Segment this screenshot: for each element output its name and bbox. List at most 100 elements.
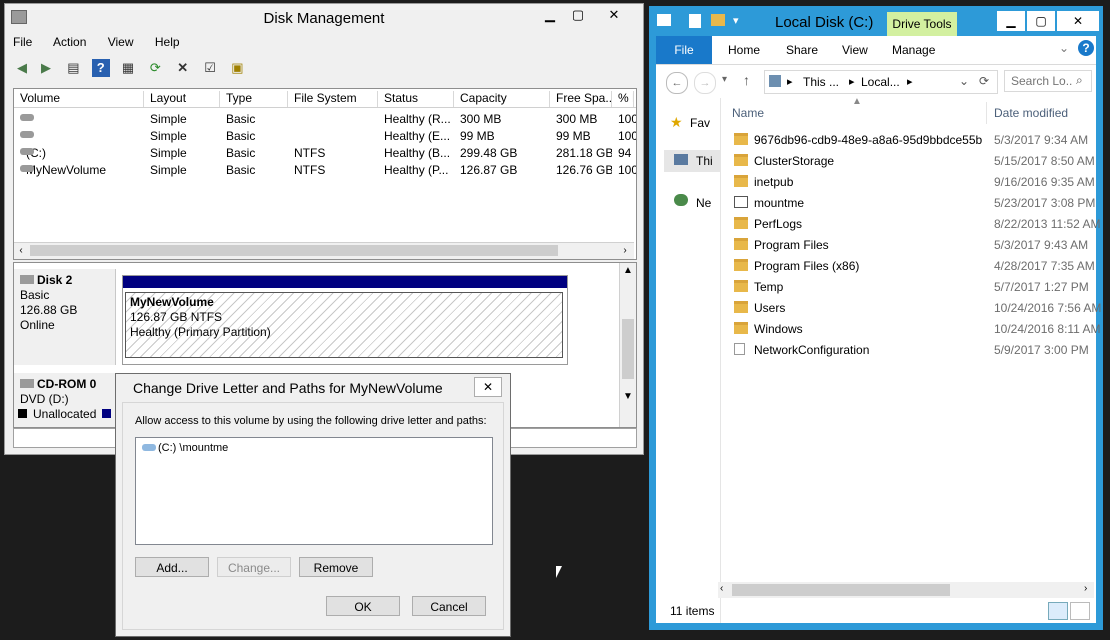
change-button[interactable]: Change... xyxy=(217,557,291,577)
add-button[interactable]: Add... xyxy=(135,557,209,577)
file-name: inetpub xyxy=(754,175,794,189)
scroll-down-icon[interactable]: ▼ xyxy=(621,391,635,402)
scroll-thumb[interactable] xyxy=(30,245,558,256)
forward-arrow-icon[interactable]: ▶ xyxy=(37,59,55,77)
scroll-up-icon[interactable]: ▲ xyxy=(621,265,635,276)
ribbon-tabs: File Home Share View Manage ⌄ ? xyxy=(656,36,1096,65)
list-item[interactable]: Temp 5/7/2017 1:27 PM xyxy=(734,277,1094,298)
back-arrow-icon[interactable]: ◀ xyxy=(13,59,31,77)
close-button[interactable]: ✕ xyxy=(1057,11,1099,31)
tab-file[interactable]: File xyxy=(656,36,712,64)
table-row[interactable]: Simple Basic Healthy (E... 99 MB 99 MB 100 xyxy=(14,127,636,144)
nav-favorites[interactable]: Fav xyxy=(690,116,710,130)
recent-locations-icon[interactable]: ▾ xyxy=(722,74,727,85)
horizontal-scrollbar[interactable]: ‹ › xyxy=(718,582,1094,598)
refresh-icon[interactable]: ⟳ xyxy=(979,74,989,88)
scroll-left-icon[interactable]: ‹ xyxy=(720,583,723,594)
tab-share[interactable]: Share xyxy=(786,43,818,57)
col-free-space[interactable]: Free Spa... xyxy=(550,91,612,107)
breadcrumb-local-disk[interactable]: Local... xyxy=(861,75,900,89)
list-item[interactable]: mountme 5/23/2017 3:08 PM xyxy=(734,193,1095,214)
close-button[interactable]: ✕ xyxy=(601,6,627,24)
menu-action[interactable]: Action xyxy=(53,35,86,49)
new-folder-icon[interactable] xyxy=(711,14,725,26)
col-capacity[interactable]: Capacity xyxy=(454,91,550,107)
details-view-icon[interactable] xyxy=(1048,602,1068,620)
refresh-icon[interactable]: ⟳ xyxy=(146,59,164,77)
back-button[interactable]: ← xyxy=(666,72,688,94)
menu-view[interactable]: View xyxy=(108,35,134,49)
maximize-button[interactable]: ▢ xyxy=(565,6,591,24)
disk2-name-row: Disk 2 xyxy=(20,273,109,288)
quick-access-dropdown-icon[interactable]: ▾ xyxy=(733,14,739,27)
nav-network[interactable]: Ne xyxy=(696,196,711,210)
properties-icon[interactable] xyxy=(689,14,701,28)
list-item[interactable]: inetpub 9/16/2016 9:35 AM xyxy=(734,172,1095,193)
check-properties-icon[interactable]: ☑ xyxy=(201,59,219,77)
help-icon[interactable]: ? xyxy=(1078,40,1094,56)
large-icons-view-icon[interactable] xyxy=(1070,602,1090,620)
tab-home[interactable]: Home xyxy=(728,43,760,57)
up-button[interactable]: ↑ xyxy=(743,72,750,88)
nav-this-pc[interactable]: Thi xyxy=(696,154,713,168)
col-volume[interactable]: Volume xyxy=(14,91,144,107)
col-layout[interactable]: Layout xyxy=(144,91,220,107)
table-row[interactable]: (C:) Simple Basic NTFS Healthy (B... 299.48 G… xyxy=(14,144,636,161)
format-icon[interactable]: ▣ xyxy=(228,59,246,77)
forward-button[interactable]: → xyxy=(694,72,716,94)
disk-view-scrollbar[interactable]: ▲ ▼ xyxy=(619,263,636,427)
scroll-left-icon[interactable]: ‹ xyxy=(14,245,28,257)
file-date: 5/7/2017 1:27 PM xyxy=(994,280,1089,294)
list-item[interactable]: NetworkConfiguration 5/9/2017 3:00 PM xyxy=(734,340,1094,361)
help-icon[interactable]: ? xyxy=(91,59,110,77)
scroll-thumb[interactable] xyxy=(622,319,634,379)
list-item[interactable]: Program Files 5/3/2017 9:43 AM xyxy=(734,235,1094,256)
tab-view[interactable]: View xyxy=(842,43,868,57)
scroll-right-icon[interactable]: › xyxy=(1084,583,1087,594)
col-date-label: Date modified xyxy=(994,106,1069,120)
col-file-system[interactable]: File System xyxy=(288,91,378,107)
col-status[interactable]: Status xyxy=(378,91,454,107)
list-item[interactable]: ClusterStorage 5/15/2017 8:50 AM xyxy=(734,151,1095,172)
toolbar: ◀ ▶ ▤ ? ▦ ⟳ ✕ ☑ ▣ xyxy=(13,59,252,83)
col-date-modified[interactable]: Date modified xyxy=(988,102,1096,124)
col-percent-free[interactable]: % F xyxy=(612,91,634,107)
dialog-close-button[interactable]: ✕ xyxy=(474,377,502,397)
table-row[interactable]: Simple Basic Healthy (R... 300 MB 300 MB 100 xyxy=(14,110,636,127)
path-item[interactable]: (C:) \mountme xyxy=(142,442,228,454)
file-date: 5/9/2017 3:00 PM xyxy=(994,343,1089,357)
remove-button[interactable]: Remove xyxy=(299,557,373,577)
menu-file[interactable]: File xyxy=(13,35,32,49)
minimize-button[interactable]: ▁ xyxy=(537,6,563,24)
ok-button[interactable]: OK xyxy=(326,596,400,616)
address-bar[interactable]: ▸ This ... ▸ Local... ▸ ⌄ ⟳ xyxy=(764,70,998,94)
address-dropdown-icon[interactable]: ⌄ xyxy=(959,74,969,88)
maximize-button[interactable]: ▢ xyxy=(1027,11,1055,31)
menu-help[interactable]: Help xyxy=(155,35,180,49)
table-row[interactable]: MyNewVolume Simple Basic NTFS Healthy (P... 1… xyxy=(14,161,636,178)
disk2-info[interactable]: Disk 2 Basic 126.88 GB Online xyxy=(14,269,116,365)
volume-cell xyxy=(14,129,144,143)
list-item[interactable]: Windows 10/24/2016 8:11 AM xyxy=(734,319,1101,340)
paths-listbox[interactable]: (C:) \mountme xyxy=(135,437,493,545)
list-item[interactable]: 9676db96-cdb9-48e9-a8a6-95d9bbdce55b 5/3/… xyxy=(734,130,1094,151)
list-item[interactable]: PerfLogs 8/22/2013 11:52 AM xyxy=(734,214,1101,235)
minimize-button[interactable]: ▁ xyxy=(997,11,1025,31)
disk2-type: Basic xyxy=(20,288,50,302)
col-name[interactable]: Name ▲ xyxy=(726,96,987,124)
list-item[interactable]: Users 10/24/2016 7:56 AM xyxy=(734,298,1101,319)
cancel-button[interactable]: Cancel xyxy=(412,596,486,616)
tab-manage[interactable]: Manage xyxy=(892,43,952,64)
breadcrumb-this-pc[interactable]: This ... xyxy=(803,75,839,89)
scroll-right-icon[interactable]: › xyxy=(618,245,632,257)
properties-grid-icon[interactable]: ▦ xyxy=(119,59,137,77)
console-tree-icon[interactable]: ▤ xyxy=(64,59,82,77)
disk2-partition[interactable]: MyNewVolume 126.87 GB NTFS Healthy (Prim… xyxy=(122,275,568,365)
scroll-thumb[interactable] xyxy=(732,584,950,596)
table-cell: Basic xyxy=(226,146,256,160)
horizontal-scrollbar[interactable]: ‹ › xyxy=(14,242,634,259)
list-item[interactable]: Program Files (x86) 4/28/2017 7:35 AM xyxy=(734,256,1095,277)
col-type[interactable]: Type xyxy=(220,91,288,107)
ribbon-collapse-icon[interactable]: ⌄ xyxy=(1059,41,1069,55)
delete-icon[interactable]: ✕ xyxy=(174,59,192,77)
